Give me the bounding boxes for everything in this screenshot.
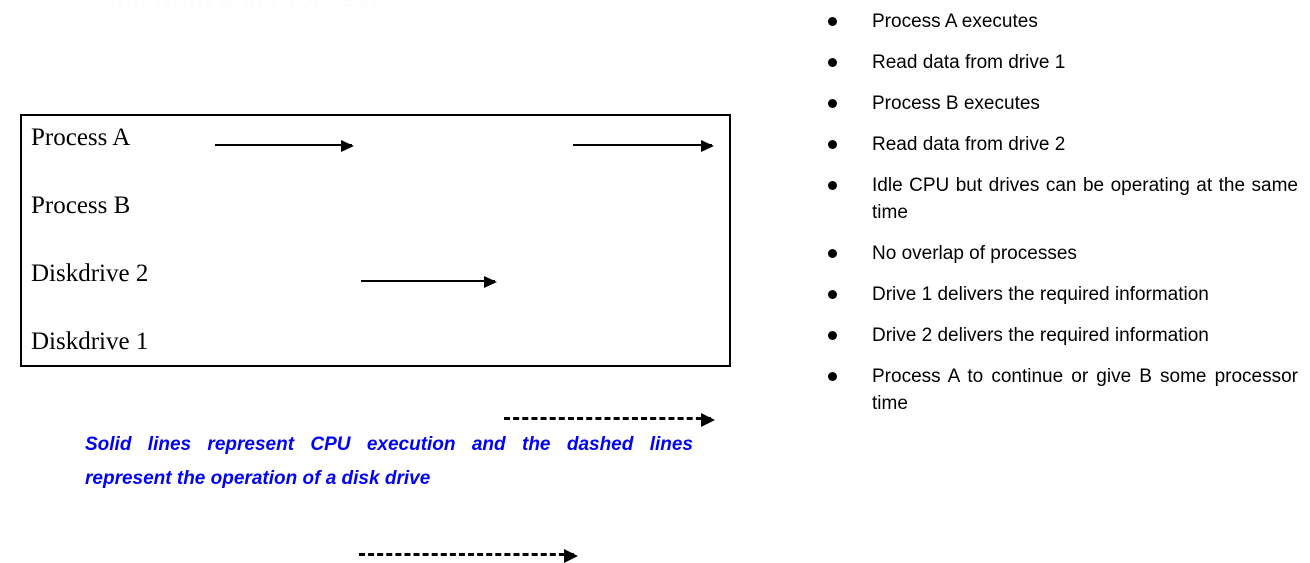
left-column: Process A Process B Diskdrive 2 Diskdriv… — [0, 0, 760, 563]
list-item: No overlap of processes — [820, 240, 1298, 267]
bullet-dot-icon — [828, 372, 837, 381]
bullet-list: Process A executes Read data from drive … — [820, 8, 1298, 548]
bullet-dot-icon — [828, 290, 837, 299]
list-item: Process B executes — [820, 90, 1298, 117]
dashed-arrow-diskdrive-2 — [504, 413, 715, 427]
bullet-dot-icon — [828, 331, 837, 340]
list-item: Read data from drive 1 — [820, 49, 1298, 76]
list-item: Drive 1 delivers the required informatio… — [820, 281, 1298, 308]
list-item-text: Process A to continue or give B some pro… — [872, 366, 1298, 414]
bullet-dot-icon — [828, 58, 837, 67]
solid-arrow-process-a-second — [573, 140, 714, 152]
timing-lane-diskdrive-1: Diskdrive 1 — [22, 326, 729, 563]
bullet-dot-icon — [828, 17, 837, 26]
bullet-dot-icon — [828, 140, 837, 149]
lane-label-diskdrive-2: Diskdrive 2 — [31, 260, 149, 287]
bullet-dot-icon — [828, 181, 837, 190]
lane-label-diskdrive-1: Diskdrive 1 — [31, 328, 149, 355]
solid-arrow-process-a-first — [215, 140, 354, 152]
list-item: Idle CPU but drives can be operating at … — [820, 172, 1298, 226]
list-item-text: No overlap of processes — [872, 243, 1077, 264]
list-item-text: Idle CPU but drives can be operating at … — [872, 175, 1298, 223]
bullet-dot-icon — [828, 249, 837, 258]
list-item: Read data from drive 2 — [820, 131, 1298, 158]
dashed-arrow-diskdrive-1 — [359, 549, 578, 563]
list-item: Drive 2 delivers the required informatio… — [820, 322, 1298, 349]
lane-label-process-a: Process A — [31, 124, 131, 151]
list-item: Process A to continue or give B some pro… — [820, 363, 1298, 417]
timing-lane-diskdrive-2: Diskdrive 2 — [22, 258, 729, 427]
lane-label-process-b: Process B — [31, 192, 131, 219]
list-item-text: Read data from drive 2 — [872, 134, 1066, 155]
list-item-text: Process B executes — [872, 93, 1040, 114]
diagram-caption: Solid lines represent CPU execution and … — [85, 434, 693, 489]
process-timing-diagram: Process A Process B Diskdrive 2 Diskdriv… — [20, 114, 731, 563]
list-item: Process A executes — [820, 8, 1298, 35]
list-item-text: Drive 1 delivers the required informatio… — [872, 284, 1209, 305]
timing-lane-process-b: Process B — [22, 190, 729, 288]
timing-lane-process-a: Process A — [22, 122, 729, 162]
bullet-dot-icon — [828, 99, 837, 108]
list-item-text: Read data from drive 1 — [872, 52, 1066, 73]
list-item-text: Drive 2 delivers the required informatio… — [872, 325, 1209, 346]
list-item-text: Process A executes — [872, 11, 1038, 32]
